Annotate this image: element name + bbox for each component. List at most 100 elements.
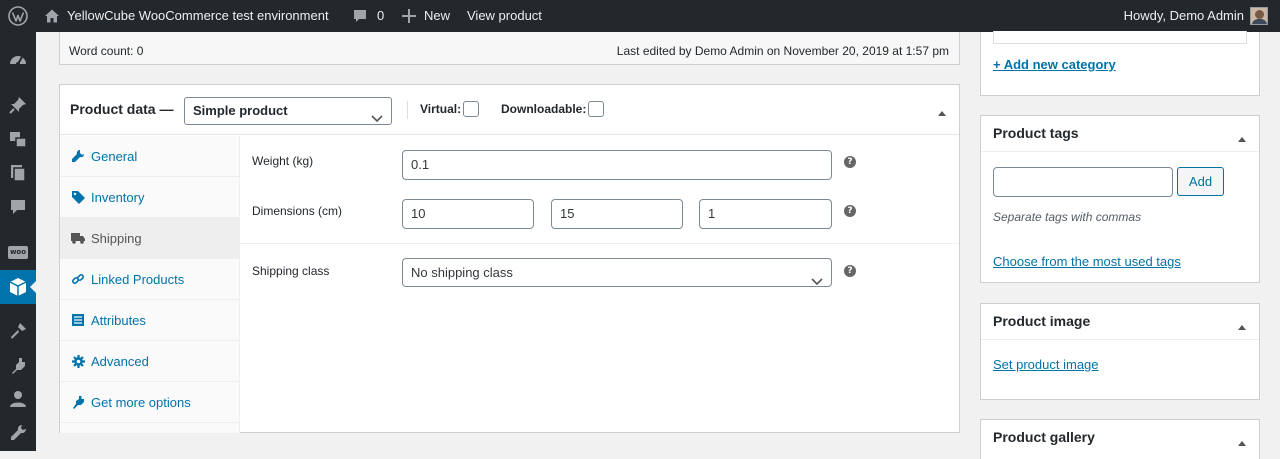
product-type-value: Simple product [193, 103, 288, 118]
word-count: Word count: 0 [69, 44, 144, 58]
my-account-link[interactable]: Howdy, Demo Admin [1124, 0, 1268, 32]
site-name-link[interactable]: YellowCube WooCommerce test environment [44, 0, 329, 32]
tab-label: General [91, 148, 138, 164]
new-label: New [424, 8, 451, 23]
users-icon[interactable] [0, 382, 36, 416]
list-icon [70, 314, 86, 326]
tab-shipping[interactable]: Shipping [60, 218, 239, 259]
woocommerce-badge: woo [8, 245, 28, 259]
woocommerce-icon[interactable]: woo [0, 235, 36, 269]
comments-link[interactable]: 0 [352, 0, 384, 32]
chevron-down-icon [811, 268, 823, 296]
height-input[interactable]: 1 [699, 199, 832, 229]
new-content-link[interactable]: New [402, 0, 450, 32]
plugin-icon [70, 395, 86, 409]
plugins-icon[interactable] [0, 348, 36, 382]
wrench-icon [70, 150, 86, 162]
products-icon[interactable] [0, 270, 37, 304]
collapse-arrow-icon[interactable] [1237, 319, 1247, 334]
plus-icon [402, 9, 416, 23]
product-gallery-title: Product gallery [993, 429, 1095, 445]
tag-icon [70, 190, 86, 204]
add-new-category-link[interactable]: + Add new category [993, 57, 1116, 72]
product-tags-title: Product tags [993, 125, 1079, 141]
tab-label: Shipping [91, 230, 142, 246]
category-list [993, 31, 1247, 44]
weight-label: Weight (kg) [252, 154, 314, 168]
truck-icon [70, 232, 86, 244]
product-image-title: Product image [993, 313, 1091, 329]
product-data-box: Product data — Simple product Virtual: D… [59, 84, 960, 433]
shipping-panel: Weight (kg) 0.1 ? Dimensions (cm) 10 15 … [240, 136, 959, 433]
product-gallery-box: Product gallery [980, 419, 1260, 459]
help-icon[interactable]: ? [844, 265, 856, 277]
choose-tags-link[interactable]: Choose from the most used tags [993, 254, 1181, 269]
gear-icon [70, 354, 86, 368]
product-tags-box: Product tags Add Separate tags with comm… [980, 115, 1260, 283]
comment-icon [352, 8, 368, 24]
product-type-select[interactable]: Simple product [184, 97, 392, 125]
tools-icon[interactable] [0, 416, 36, 450]
divider [240, 243, 959, 244]
product-image-header[interactable]: Product image [981, 304, 1259, 340]
greeting: Howdy, Demo Admin [1123, 8, 1244, 23]
view-product-link[interactable]: View product [467, 0, 542, 32]
shipping-class-value: No shipping class [411, 265, 513, 280]
downloadable-label: Downloadable: [501, 102, 587, 116]
tab-advanced[interactable]: Advanced [60, 341, 239, 382]
comments-count: 0 [377, 8, 385, 23]
tab-label: Get more options [91, 394, 191, 410]
virtual-checkbox[interactable] [463, 101, 480, 117]
tab-linked-products[interactable]: Linked Products [60, 259, 239, 300]
avatar [1250, 7, 1268, 25]
tab-label: Attributes [91, 312, 146, 328]
tab-attributes[interactable]: Attributes [60, 300, 239, 341]
weight-input[interactable]: 0.1 [402, 150, 832, 180]
collapse-arrow-icon[interactable] [1237, 435, 1247, 450]
shipping-class-select[interactable]: No shipping class [402, 258, 832, 287]
admin-menu: woo [0, 32, 37, 451]
help-icon[interactable]: ? [844, 205, 856, 217]
collapse-arrow-icon[interactable] [937, 105, 947, 120]
site-name: YellowCube WooCommerce test environment [67, 8, 329, 23]
help-icon[interactable]: ? [844, 156, 856, 168]
dimensions-label: Dimensions (cm) [252, 204, 343, 218]
product-categories-box: + Add new category [980, 31, 1260, 96]
divider [407, 101, 408, 119]
editor-status-bar: Word count: 0 Last edited by Demo Admin … [59, 32, 960, 65]
tag-input[interactable] [993, 167, 1173, 197]
width-input[interactable]: 15 [551, 199, 683, 229]
tag-hint: Separate tags with commas [993, 210, 1142, 224]
product-data-title: Product data — [70, 101, 174, 117]
downloadable-checkbox[interactable] [588, 101, 605, 117]
add-tag-button[interactable]: Add [1177, 167, 1224, 196]
last-edited: Last edited by Demo Admin on November 20… [616, 44, 949, 58]
chevron-down-icon [371, 106, 383, 132]
admin-bar: YellowCube WooCommerce test environment … [0, 0, 1280, 32]
product-image-box: Product image Set product image [980, 303, 1260, 400]
tab-label: Linked Products [91, 271, 185, 287]
comments-icon[interactable] [0, 190, 36, 224]
tab-general[interactable]: General [60, 136, 239, 177]
product-data-header: Product data — Simple product Virtual: D… [60, 85, 959, 135]
virtual-checkbox-label[interactable]: Virtual: [420, 101, 480, 117]
tab-get-more-options[interactable]: Get more options [60, 382, 239, 423]
product-tags-header[interactable]: Product tags [981, 116, 1259, 152]
appearance-icon[interactable] [0, 314, 36, 348]
tab-inventory[interactable]: Inventory [60, 177, 239, 218]
downloadable-checkbox-label[interactable]: Downloadable: [501, 101, 605, 117]
collapse-arrow-icon[interactable] [1237, 131, 1247, 146]
pages-icon[interactable] [0, 156, 36, 190]
wordpress-logo-icon[interactable] [0, 0, 36, 32]
length-input[interactable]: 10 [402, 199, 534, 229]
tab-label: Advanced [91, 353, 149, 369]
media-icon[interactable] [0, 122, 36, 156]
shipping-class-label: Shipping class [252, 264, 330, 278]
virtual-label: Virtual: [420, 102, 462, 116]
link-icon [70, 273, 86, 285]
pin-icon[interactable] [0, 88, 36, 122]
set-product-image-link[interactable]: Set product image [993, 357, 1099, 372]
home-icon [44, 8, 60, 24]
dashboard-icon[interactable] [0, 43, 36, 77]
product-data-tabs: General Inventory Shipping Linked Produc… [60, 136, 240, 433]
